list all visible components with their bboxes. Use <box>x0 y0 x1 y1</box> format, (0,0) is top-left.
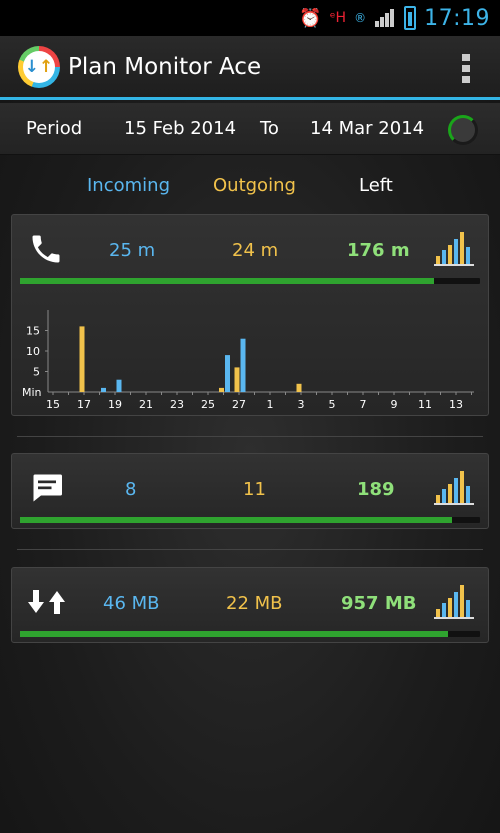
chart-x-tick-label: 25 <box>201 398 215 410</box>
chart-x-tick-label: 19 <box>108 398 122 410</box>
chart-bar-outgoing <box>234 367 240 392</box>
calls-progress-fill <box>20 278 434 284</box>
data-outgoing-value: 22 MB <box>226 593 283 614</box>
outgoing-header: Outgoing <box>213 175 296 196</box>
chart-x-tick-label: 13 <box>449 398 463 410</box>
column-headers: Incoming Outgoing Left <box>0 175 500 199</box>
alarm-icon: ⏰ <box>299 7 322 29</box>
data-incoming-value: 46 MB <box>103 593 160 614</box>
overflow-menu-icon[interactable] <box>462 54 470 83</box>
calls-usage-chart: 15105Min15 17 19 21 23 25 27 1 3 5 7 9 11 13 <box>22 310 474 410</box>
sms-incoming-value: 8 <box>125 479 137 500</box>
chart-x-tick-label: 5 <box>329 398 336 410</box>
calls-bar-chart-icon[interactable] <box>434 229 474 267</box>
data-progress-bar <box>20 631 480 637</box>
chart-bar-incoming <box>240 338 246 392</box>
app-logo-icon[interactable]: ↓ ↑ <box>18 45 60 88</box>
period-label: Period <box>26 118 83 139</box>
divider <box>17 549 483 550</box>
data-left-value: 957 MB <box>341 593 417 614</box>
chart-x-tick-label: 15 <box>46 398 60 410</box>
chart-x-tick-label: 3 <box>298 398 305 410</box>
chart-bar-outgoing <box>79 326 85 392</box>
data-bar-chart-icon[interactable] <box>434 582 474 620</box>
message-icon <box>28 470 66 510</box>
chart-x-tick-label: 11 <box>418 398 432 410</box>
sms-outgoing-value: 11 <box>243 479 266 500</box>
period-end-date[interactable]: 14 Mar 2014 <box>310 118 424 139</box>
battery-icon <box>404 6 417 30</box>
chart-bar-incoming <box>101 387 106 392</box>
chart-y-axis-label: Min <box>22 386 42 399</box>
calls-progress-bar <box>20 278 480 284</box>
chart-x-tick-label: 21 <box>139 398 153 410</box>
calls-left-value: 176 m <box>347 240 410 261</box>
period-to-label: To <box>260 118 279 139</box>
sms-left-value: 189 <box>357 479 395 500</box>
data-progress-fill <box>20 631 448 637</box>
action-bar: ↓ ↑ Plan Monitor Ace <box>0 36 500 100</box>
chart-bar-outgoing <box>296 383 302 392</box>
incoming-header: Incoming <box>87 175 170 196</box>
network-h-icon: ᵉH <box>329 10 347 26</box>
chart-x-tick-label: 17 <box>77 398 91 410</box>
left-header: Left <box>359 175 393 196</box>
chart-bar-outgoing <box>219 387 224 392</box>
chart-y-tick-label: 10 <box>26 345 40 358</box>
data-card[interactable]: 46 MB 22 MB 957 MB <box>11 567 489 643</box>
chart-y-tick-label: 15 <box>26 325 40 338</box>
sms-progress-fill <box>20 517 453 523</box>
status-clock: 17:19 <box>424 5 490 31</box>
calls-outgoing-value: 24 m <box>232 240 279 261</box>
chart-x-tick-label: 23 <box>170 398 184 410</box>
chart-x-tick-label: 1 <box>267 398 274 410</box>
app-title: Plan Monitor Ace <box>68 53 262 80</box>
chart-bar-incoming <box>225 355 230 392</box>
chart-bar-incoming <box>116 379 122 392</box>
sms-card[interactable]: 8 11 189 <box>11 453 489 529</box>
transfer-arrows-icon <box>28 590 66 618</box>
chart-x-tick-label: 27 <box>232 398 246 410</box>
sms-bar-chart-icon[interactable] <box>434 468 474 506</box>
chart-x-tick-label: 7 <box>360 398 367 410</box>
period-start-date[interactable]: 15 Feb 2014 <box>124 118 236 139</box>
calls-incoming-value: 25 m <box>109 240 156 261</box>
period-selector[interactable]: Period 15 Feb 2014 To 14 Mar 2014 <box>0 103 500 155</box>
roaming-icon: ® <box>354 11 367 25</box>
chart-x-tick-label: 9 <box>391 398 398 410</box>
sms-progress-bar <box>20 517 480 523</box>
signal-icon <box>374 7 396 29</box>
chart-y-tick-label: 5 <box>33 366 40 379</box>
refresh-progress-icon[interactable] <box>448 115 478 145</box>
calls-card[interactable]: 25 m 24 m 176 m 15 10 5 Min 15 17 19 21 23 25 27 1 3… <box>11 214 489 416</box>
phone-icon <box>28 231 64 271</box>
divider <box>17 436 483 437</box>
status-bar: ⏰ ᵉH ® 17:19 <box>0 0 500 36</box>
